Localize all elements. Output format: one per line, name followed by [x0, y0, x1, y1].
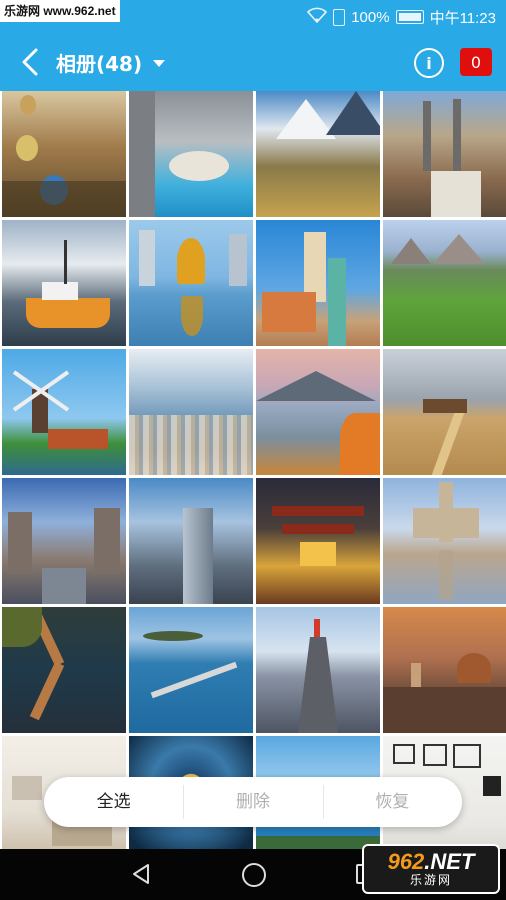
delete-button[interactable]: 删除 [183, 777, 322, 827]
info-icon: i [426, 53, 432, 73]
system-nav-bar: 962.NET 乐游网 [0, 844, 506, 900]
bulk-action-bar: 全选 删除 恢复 [44, 777, 462, 827]
back-button[interactable] [16, 46, 44, 78]
triangle-back-icon [133, 864, 149, 884]
count-badge[interactable]: 0 [460, 48, 492, 76]
photo-thumbnail[interactable] [2, 220, 126, 346]
nav-back-button[interactable] [130, 863, 152, 889]
photo-thumbnail[interactable] [383, 220, 506, 346]
restore-button[interactable]: 恢复 [322, 777, 462, 827]
photo-thumbnail[interactable] [129, 478, 253, 604]
photo-thumbnail[interactable] [2, 91, 126, 217]
status-bar: 100% 中午11:23 [307, 4, 496, 30]
photo-thumbnail[interactable] [2, 349, 126, 475]
watermark-logo: 962.NET 乐游网 [362, 844, 500, 894]
photo-grid [0, 91, 506, 849]
chevron-left-icon [22, 48, 38, 76]
photo-thumbnail[interactable] [256, 220, 380, 346]
photo-thumbnail[interactable] [129, 91, 253, 217]
caret-down-icon [153, 59, 166, 67]
photo-thumbnail[interactable] [129, 349, 253, 475]
page-title: 相册(48) [56, 52, 143, 76]
photo-thumbnail[interactable] [256, 478, 380, 604]
photo-thumbnail[interactable] [256, 349, 380, 475]
photo-thumbnail[interactable] [129, 607, 253, 733]
sim-icon [333, 8, 346, 26]
photo-thumbnail[interactable] [383, 349, 506, 475]
watermark-top: 乐游网 www.962.net [0, 0, 120, 22]
photo-thumbnail[interactable] [383, 478, 506, 604]
photo-thumbnail[interactable] [383, 607, 506, 733]
info-button[interactable]: i [414, 48, 444, 78]
photo-thumbnail[interactable] [2, 607, 126, 733]
nav-home-button[interactable] [242, 863, 266, 887]
photo-thumbnail[interactable] [256, 91, 380, 217]
battery-icon [395, 10, 424, 24]
photo-thumbnail[interactable] [383, 91, 506, 217]
watermark-net: .NET [424, 849, 475, 874]
album-title-dropdown[interactable]: 相册(48) [56, 48, 166, 77]
photo-thumbnail[interactable] [2, 478, 126, 604]
battery-percent: 100% [351, 8, 390, 26]
watermark-number: 962 [387, 849, 425, 874]
clock: 中午11:23 [429, 9, 496, 27]
select-all-button[interactable]: 全选 [44, 777, 183, 827]
photo-thumbnail[interactable] [256, 607, 380, 733]
photo-thumbnail[interactable] [129, 220, 253, 346]
toolbar: 相册(48) i 0 [0, 36, 506, 88]
wifi-icon [307, 7, 328, 27]
watermark-subtitle: 乐游网 [409, 873, 452, 887]
